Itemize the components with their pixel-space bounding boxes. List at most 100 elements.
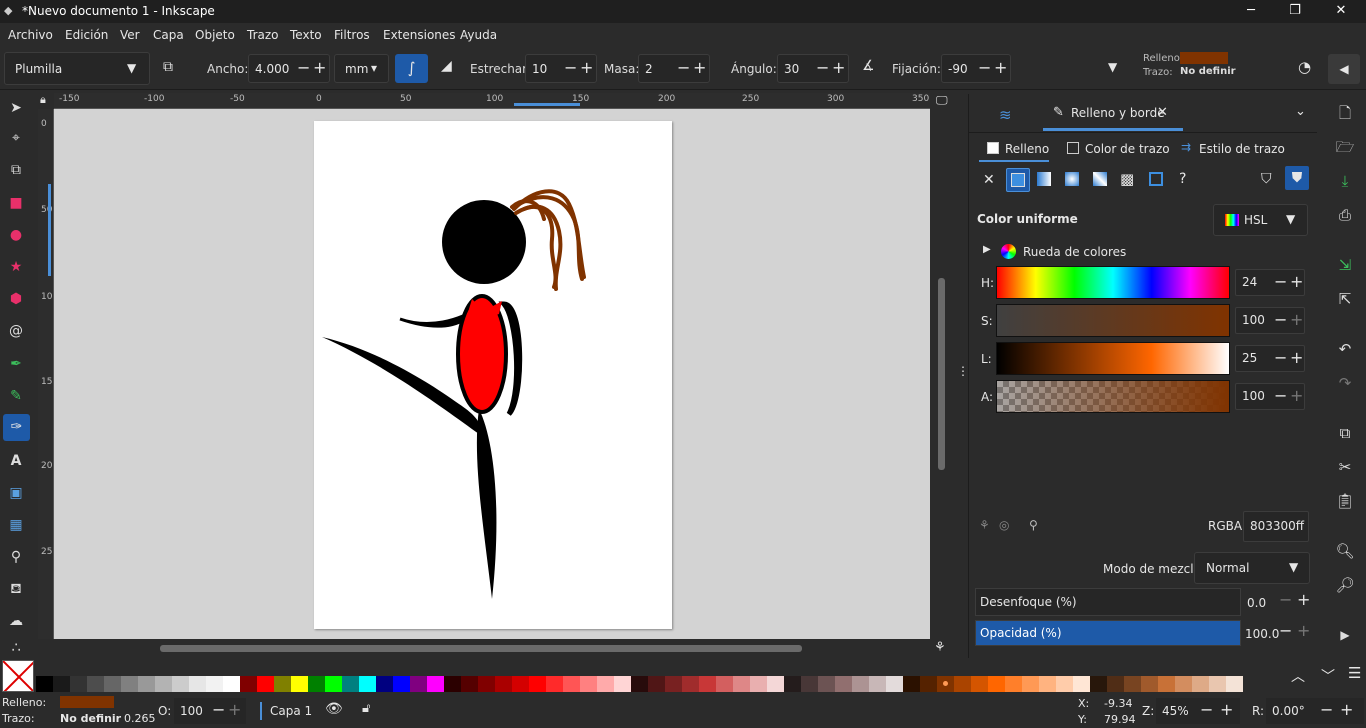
text-tool-icon[interactable]: A [6,451,26,471]
commands-toggle-button[interactable]: ◀ [1328,54,1360,84]
menu-objeto[interactable]: Objeto [195,28,235,42]
color-swatch[interactable] [223,676,240,692]
drawing[interactable] [54,109,930,639]
blur-value[interactable]: 0.0 [1247,596,1266,610]
saturation-input[interactable]: 100− + [1235,307,1305,334]
paste-icon[interactable]: 📋︎ [1334,490,1356,512]
color-swatch[interactable] [87,676,104,692]
preset-reset-icon[interactable]: ⧉ [163,59,173,75]
eyedropper-icon[interactable]: ⚲ [1029,518,1038,532]
color-swatch[interactable] [699,676,716,692]
more-commands-icon[interactable]: ▶ [1334,624,1356,646]
node-tool-icon[interactable]: ⌖ [6,128,26,148]
color-swatch[interactable] [512,676,529,692]
minus-icon[interactable]: − [816,58,829,77]
tilt-icon[interactable]: ◢ [441,58,452,74]
plus-icon[interactable]: + [1340,700,1353,719]
minus-icon[interactable]: − [1279,590,1292,609]
pressure-toggle-button[interactable]: ∫ [395,54,428,83]
color-swatch[interactable] [1141,676,1158,692]
color-swatch[interactable] [1005,676,1022,692]
spiral-tool-icon[interactable]: @ [6,321,26,341]
color-swatch[interactable] [1107,676,1124,692]
color-swatch[interactable] [427,676,444,692]
color-swatch[interactable] [767,676,784,692]
cut-icon[interactable]: ✂ [1334,456,1356,478]
fill-rule-evenodd-icon[interactable]: ⛉ [1261,171,1272,187]
color-swatch[interactable] [665,676,682,692]
pen-tool-icon[interactable]: ✒ [6,354,26,374]
color-swatch[interactable] [1192,676,1209,692]
color-swatch[interactable] [937,676,954,692]
dropper-tool-icon[interactable]: ⚲ [6,547,26,567]
export-icon[interactable]: ⇱ [1334,288,1356,310]
alpha-slider[interactable] [996,380,1230,413]
menu-edicion[interactable]: Edición [65,28,108,42]
color-swatch[interactable] [444,676,461,692]
opacity-input[interactable]: 100 − + [174,698,246,724]
color-swatch[interactable] [733,676,750,692]
color-swatch[interactable] [835,676,852,692]
color-swatch[interactable] [189,676,206,692]
zoom-drawing-icon[interactable]: 🔎︎ [1334,574,1356,596]
saturation-slider[interactable] [996,304,1230,337]
color-swatch[interactable] [121,676,138,692]
color-swatch[interactable] [461,676,478,692]
minus-icon[interactable]: − [1274,345,1287,370]
width-input[interactable]: 4.000 − + [248,54,330,83]
unset-paint-button[interactable]: ? [1179,171,1186,187]
plus-icon[interactable]: + [994,58,1007,77]
plus-icon[interactable]: + [1290,307,1303,332]
color-swatch[interactable] [257,676,274,692]
color-swatch[interactable] [903,676,920,692]
mesh-tool-icon[interactable]: ▦ [6,515,26,535]
dialog-tab-title[interactable]: Relleno y borde [1071,106,1165,120]
hue-input[interactable]: 24 − + [1235,269,1305,296]
print-icon[interactable]: ⎙ [1334,204,1356,226]
chevron-down-icon[interactable]: ﹀ [1321,666,1335,686]
swatch-icon[interactable] [1149,172,1163,186]
color-swatch[interactable] [274,676,291,692]
save-icon[interactable]: ⤓ [1334,170,1356,192]
color-swatch[interactable] [478,676,495,692]
color-swatch[interactable] [495,676,512,692]
menu-capa[interactable]: Capa [153,28,184,42]
mesh-gradient-icon[interactable] [1093,172,1107,186]
close-button[interactable]: ✕ [1318,0,1364,23]
lightness-slider[interactable] [996,342,1230,375]
minus-icon[interactable]: − [978,58,991,77]
plus-icon[interactable]: + [228,700,241,719]
color-mode-dropdown[interactable]: HSL ▼ [1213,204,1308,236]
minimize-button[interactable]: ─ [1228,0,1274,23]
unit-dropdown[interactable]: mm ▾ [334,54,389,83]
color-swatch[interactable] [818,676,835,692]
color-swatch[interactable] [172,676,189,692]
color-swatch[interactable] [716,676,733,692]
plus-icon[interactable]: + [1290,383,1303,408]
3dbox-tool-icon[interactable]: ⬢ [6,289,26,309]
color-swatch[interactable] [138,676,155,692]
plus-icon[interactable]: + [693,58,706,77]
palette-menu-icon[interactable]: ☰ [1348,664,1361,682]
maximize-button[interactable]: ❐ [1272,0,1318,23]
color-swatch[interactable] [546,676,563,692]
minus-icon[interactable]: − [212,700,225,719]
alpha-input[interactable]: 100− + [1235,383,1305,410]
rgba-input[interactable]: 803300ff [1243,511,1309,542]
minus-icon[interactable]: − [1274,307,1287,332]
menu-texto[interactable]: Texto [290,28,322,42]
color-swatch[interactable] [1175,676,1192,692]
fill-rule-nonzero-button[interactable]: ⛊ [1285,166,1309,190]
color-swatch[interactable] [1124,676,1141,692]
color-swatch[interactable] [580,676,597,692]
minus-icon[interactable]: − [1274,269,1287,294]
chevron-up-icon[interactable]: ︿ [1291,666,1305,686]
color-swatch[interactable] [801,676,818,692]
linear-gradient-icon[interactable] [1037,172,1051,186]
color-swatch[interactable] [104,676,121,692]
hue-slider[interactable] [996,266,1230,299]
opacity-slider[interactable]: Opacidad (%) [975,620,1241,646]
selector-tool-icon[interactable]: ➤ [6,98,26,118]
color-swatch[interactable] [954,676,971,692]
color-swatch[interactable] [70,676,87,692]
